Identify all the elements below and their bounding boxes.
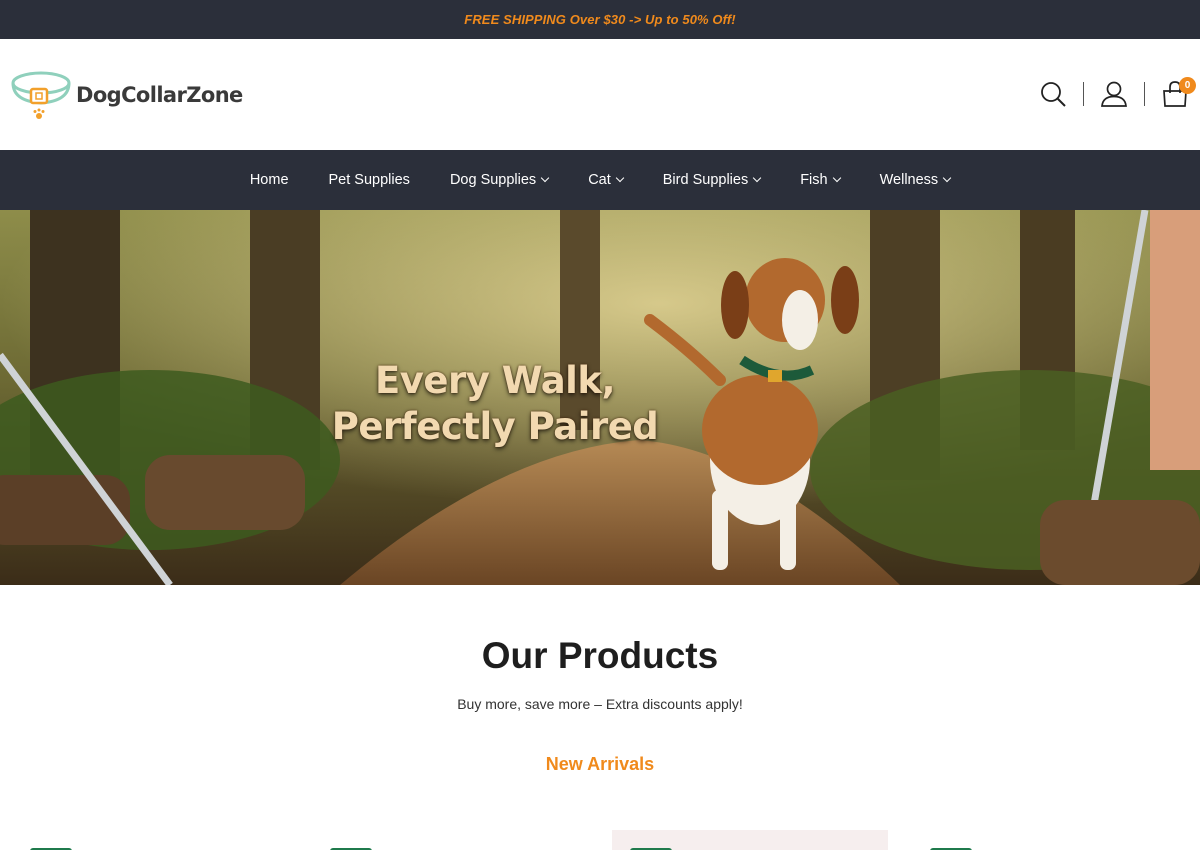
header-actions: 0	[1038, 77, 1196, 111]
nav-label: Dog Supplies	[449, 172, 537, 188]
tab-new-arrivals[interactable]: New Arrivals	[546, 754, 654, 775]
product-grid	[0, 828, 1200, 850]
nav-label: Fish	[800, 172, 828, 188]
announcement-bar: FREE SHIPPING Over $30 -> Up to 50% Off!	[0, 0, 1200, 39]
product-card[interactable]	[12, 830, 288, 850]
chevron-down-icon	[615, 173, 625, 183]
product-card[interactable]	[612, 830, 888, 850]
nav-label: Bird Supplies	[662, 172, 749, 188]
nav-item-wellness[interactable]: Wellness	[879, 172, 952, 188]
nav-item-cat[interactable]: Cat	[588, 172, 625, 188]
chevron-down-icon	[752, 173, 762, 183]
hero-headline-line-1: Every Walk,	[374, 359, 616, 402]
site-header: DogCollarZone 0	[0, 39, 1200, 150]
nav-item-bird-supplies[interactable]: Bird Supplies	[662, 172, 762, 188]
brand-logo[interactable]: DogCollarZone	[11, 67, 243, 125]
nav-label: Cat	[588, 172, 611, 188]
search-icon	[1040, 81, 1066, 107]
chevron-down-icon	[540, 173, 550, 183]
hero-headline: Every Walk, Perfectly Paired	[330, 358, 660, 450]
nav-item-dog-supplies[interactable]: Dog Supplies	[449, 172, 550, 188]
nav-label: Wellness	[879, 172, 939, 188]
user-icon	[1101, 81, 1127, 107]
search-button[interactable]	[1038, 77, 1068, 111]
chevron-down-icon	[832, 173, 841, 183]
hero-headline-line-2: Perfectly Paired	[331, 405, 659, 448]
nav-item-pet-supplies[interactable]: Pet Supplies	[329, 172, 410, 188]
hero-banner[interactable]: Every Walk, Perfectly Paired	[0, 210, 1200, 585]
products-section: Our Products Buy more, save more – Extra…	[0, 635, 1200, 775]
chevron-down-icon	[942, 173, 952, 183]
announcement-text: FREE SHIPPING Over $30 -> Up to 50% Off!	[464, 12, 736, 27]
nav-label: Pet Supplies	[328, 172, 410, 188]
product-card[interactable]	[912, 830, 1188, 850]
nav-item-fish[interactable]: Fish	[800, 172, 841, 188]
nav-item-home[interactable]: Home	[250, 172, 289, 188]
divider	[1144, 82, 1145, 106]
section-subtitle: Buy more, save more – Extra discounts ap…	[457, 696, 743, 712]
dog-collar-paw-icon	[11, 71, 71, 119]
cart-count-badge: 0	[1179, 77, 1196, 94]
main-navigation: Home Pet Supplies Dog Supplies Cat Bird …	[0, 150, 1200, 210]
divider	[1083, 82, 1084, 106]
brand-name: DogCollarZone	[76, 83, 243, 107]
nav-label: Home	[249, 172, 289, 188]
cart-button[interactable]: 0	[1160, 77, 1196, 111]
account-button[interactable]	[1099, 77, 1129, 111]
product-card[interactable]	[312, 830, 588, 850]
section-title: Our Products	[481, 635, 719, 676]
